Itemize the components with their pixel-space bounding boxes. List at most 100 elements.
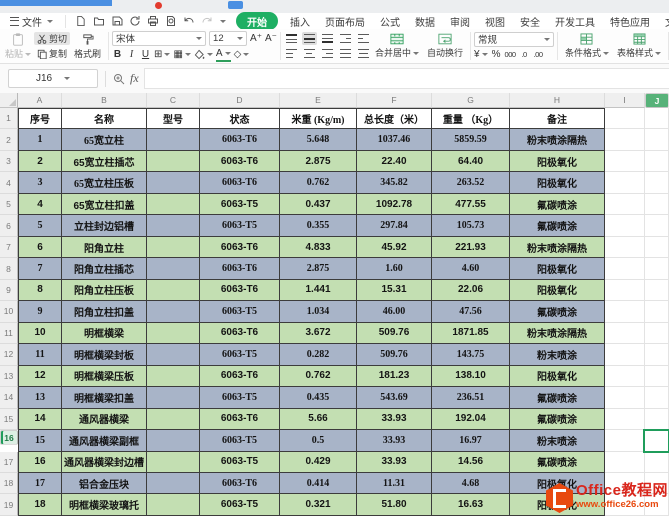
cell-remark[interactable]: 粉末喷涂隔热: [510, 129, 605, 151]
cell-length[interactable]: 509.76: [357, 344, 432, 366]
empty-cell[interactable]: [645, 129, 669, 151]
cell-status[interactable]: 6063-T5: [200, 494, 280, 516]
align-left-button[interactable]: [284, 47, 299, 60]
cell-kgm[interactable]: 0.435: [280, 387, 357, 409]
column-header-E[interactable]: E: [280, 93, 357, 108]
formula-input[interactable]: [143, 68, 669, 89]
row-header-8[interactable]: 8: [0, 258, 18, 280]
row-header-14[interactable]: 14: [0, 387, 18, 409]
empty-cell[interactable]: [645, 258, 669, 280]
cell-weight[interactable]: 477.55: [432, 193, 510, 216]
empty-cell[interactable]: [645, 451, 669, 473]
selected-cell-ring[interactable]: [643, 429, 669, 453]
cell-name[interactable]: 阳角立柱压板: [62, 279, 147, 302]
cell-weight[interactable]: 192.04: [432, 408, 510, 431]
cell-status[interactable]: 6063-T6: [200, 279, 280, 302]
cell-weight[interactable]: 64.40: [432, 150, 510, 173]
cell-model[interactable]: [147, 365, 200, 388]
cell-model[interactable]: [147, 193, 200, 216]
cell-kgm[interactable]: 0.321: [280, 494, 357, 516]
row-header-1[interactable]: 1: [0, 108, 18, 130]
cell-name[interactable]: 明框横梁扣盖: [62, 387, 147, 409]
cell-shading-button[interactable]: ▦: [173, 49, 191, 61]
decrease-decimal-button[interactable]: .00: [533, 49, 544, 61]
cell-weight[interactable]: 14.56: [432, 451, 510, 473]
empty-cell[interactable]: [605, 365, 645, 388]
cell-weight[interactable]: 138.10: [432, 365, 510, 388]
row-header-12[interactable]: 12: [0, 344, 18, 366]
cell-no[interactable]: 8: [18, 279, 62, 302]
cell-status[interactable]: 6063-T5: [200, 430, 280, 452]
column-header-B[interactable]: B: [62, 93, 147, 108]
justify-button[interactable]: [338, 47, 353, 60]
row-header-13[interactable]: 13: [0, 365, 18, 388]
browser-tab[interactable]: [0, 0, 112, 6]
cell-no[interactable]: 2: [18, 150, 62, 173]
align-center-button[interactable]: [302, 47, 317, 60]
name-box[interactable]: J16: [8, 69, 98, 88]
cell-name[interactable]: 明框横梁玻璃托: [62, 494, 147, 516]
cell-model[interactable]: [147, 451, 200, 473]
cell-kgm[interactable]: 0.429: [280, 451, 357, 473]
cell-kgm[interactable]: 5.66: [280, 408, 357, 431]
cell-model[interactable]: [147, 301, 200, 323]
cell-model[interactable]: [147, 344, 200, 366]
menu-tab-安全[interactable]: 安全: [513, 13, 547, 30]
cell-model[interactable]: [147, 387, 200, 409]
distribute-button[interactable]: [356, 47, 371, 60]
cell-remark[interactable]: 氟碳喷涂: [510, 301, 605, 323]
cell-weight[interactable]: 221.93: [432, 236, 510, 259]
increase-indent-button[interactable]: [356, 32, 371, 45]
print-preview-icon[interactable]: [164, 15, 177, 28]
cell-remark[interactable]: 粉末喷涂隔热: [510, 236, 605, 259]
empty-cell[interactable]: [605, 215, 645, 237]
cell-no[interactable]: 14: [18, 408, 62, 431]
valign-bottom-button[interactable]: [320, 32, 335, 45]
currency-button[interactable]: ¥: [474, 49, 488, 61]
cell-name[interactable]: 明框横梁压板: [62, 365, 147, 388]
cell-length[interactable]: 543.69: [357, 387, 432, 409]
empty-cell[interactable]: [605, 258, 645, 280]
redo-icon[interactable]: [200, 15, 213, 28]
cell-name[interactable]: 明框横梁: [62, 322, 147, 345]
new-document-icon[interactable]: [74, 15, 87, 28]
export-icon[interactable]: [128, 15, 141, 28]
row-header-3[interactable]: 3: [0, 150, 18, 173]
cell-no[interactable]: 11: [18, 344, 62, 366]
decrease-font-button[interactable]: A⁻: [265, 32, 277, 44]
cell-remark[interactable]: 氟碳喷涂: [510, 193, 605, 216]
cell-name[interactable]: 65宽立柱插芯: [62, 150, 147, 173]
cell-status[interactable]: 6063-T5: [200, 193, 280, 216]
column-header-I[interactable]: I: [605, 93, 645, 108]
select-all-corner[interactable]: [0, 93, 18, 108]
cell-no[interactable]: 13: [18, 387, 62, 409]
cell-name[interactable]: 通风器横梁副框: [62, 430, 147, 452]
copy-button[interactable]: 复制: [34, 47, 70, 60]
cell-remark[interactable]: 氟碳喷涂: [510, 451, 605, 473]
cell-no[interactable]: 10: [18, 322, 62, 345]
cell-name[interactable]: 阳角立柱: [62, 236, 147, 259]
cell-model[interactable]: [147, 279, 200, 302]
percent-button[interactable]: %: [491, 49, 502, 61]
cell-weight[interactable]: 263.52: [432, 172, 510, 194]
column-header-D[interactable]: D: [200, 93, 280, 108]
cell-name[interactable]: 65宽立柱扣盖: [62, 193, 147, 216]
cell-status[interactable]: 6063-T6: [200, 129, 280, 151]
cell-remark[interactable]: 氟碳喷涂: [510, 387, 605, 409]
menu-tab-文档助手[interactable]: 文档助手: [658, 13, 669, 30]
file-menu-button[interactable]: 文件: [6, 14, 57, 29]
cell-status[interactable]: 6063-T6: [200, 408, 280, 431]
cell-kgm[interactable]: 0.437: [280, 193, 357, 216]
cell-weight[interactable]: 143.75: [432, 344, 510, 366]
empty-cell[interactable]: [645, 193, 669, 216]
empty-cell[interactable]: [605, 430, 645, 452]
cell-weight[interactable]: 4.68: [432, 472, 510, 495]
cell-model[interactable]: [147, 494, 200, 516]
cell-no[interactable]: 7: [18, 258, 62, 280]
menu-tab-页面布局[interactable]: 页面布局: [318, 13, 372, 30]
empty-cell[interactable]: [645, 236, 669, 259]
cell-kgm[interactable]: 4.833: [280, 236, 357, 259]
cell-kgm[interactable]: 5.648: [280, 129, 357, 151]
cell-kgm[interactable]: 0.282: [280, 344, 357, 366]
cell-kgm[interactable]: 0.762: [280, 365, 357, 388]
